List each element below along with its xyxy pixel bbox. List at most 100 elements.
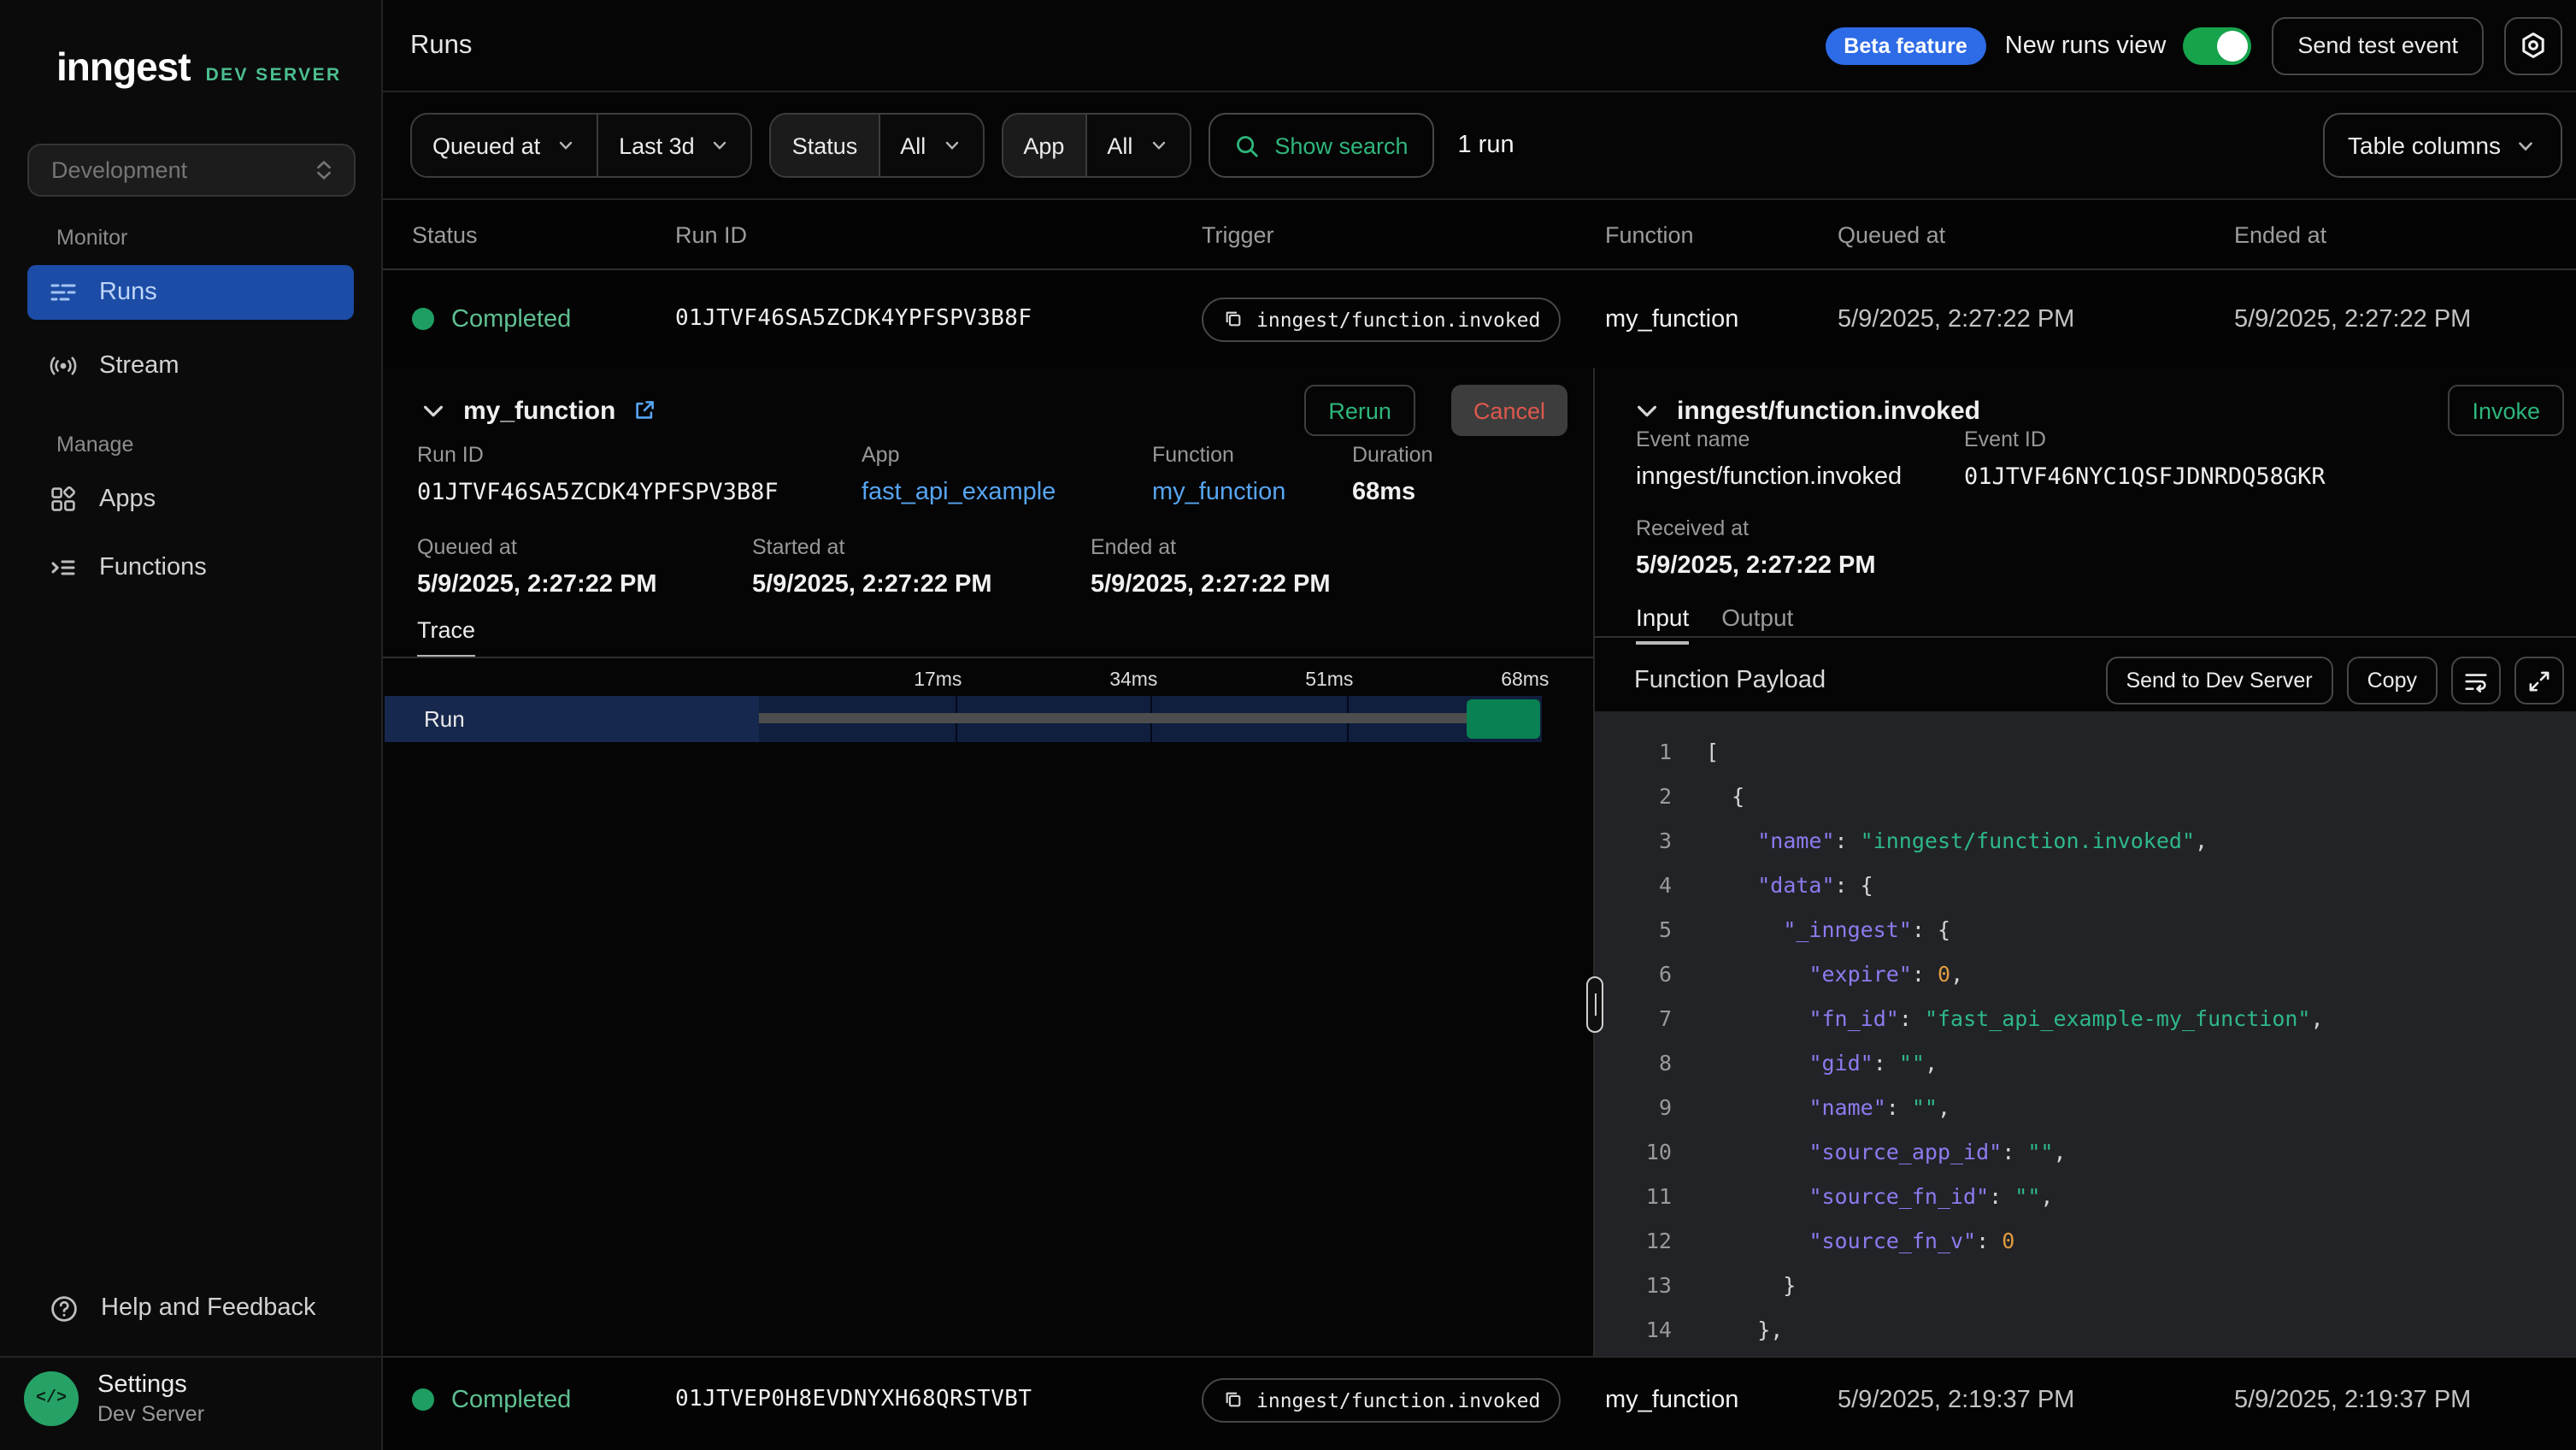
sidebar-item-runs[interactable]: Runs [27,265,354,320]
line-number: 10 [1595,1130,1672,1175]
column-header-trigger[interactable]: Trigger [1202,221,1605,247]
code-text: "source_fn_id": "", [1706,1175,2053,1219]
table-row[interactable]: Completed 01JTVF46SA5ZCDK4YPFSPV3B8F inn… [383,270,2576,368]
beta-feature-badge: Beta feature [1825,27,1986,64]
line-number: 5 [1595,908,1672,952]
app-filter[interactable]: App All [1001,113,1191,178]
environment-select-value: Development [51,157,187,183]
field-event-name: Event name inngest/function.invoked [1636,427,1902,491]
column-header-queued-at[interactable]: Queued at [1838,221,2234,247]
copy-button[interactable]: Copy [2347,657,2438,704]
filter-bar: Queued at Last 3d Status All [383,92,2576,200]
toggle-knob [2217,30,2248,61]
line-number: 8 [1595,1041,1672,1086]
payload-code-viewer: 1[2 {3 "name": "inngest/function.invoked… [1595,711,2576,1356]
column-header-run-id[interactable]: Run ID [675,221,1202,247]
sidebar-item-stream[interactable]: Stream [27,339,354,393]
logo: inngest DEV SERVER [56,44,342,91]
event-title: inngest/function.invoked [1677,396,1980,425]
time-filter[interactable]: Queued at Last 3d [410,113,753,178]
expand-icon [2526,668,2552,693]
tab-input[interactable]: Input [1636,604,1689,645]
collapse-chevron-icon[interactable] [421,398,446,423]
code-line-9: 9 "name": "", [1595,1086,2576,1130]
code-line-4: 4 "data": { [1595,864,2576,908]
top-bar: Runs Beta feature New runs view Send tes… [383,0,2576,92]
code-text: "expire": 0, [1706,952,1963,997]
ended-at-cell: 5/9/2025, 2:27:22 PM [2234,305,2576,333]
panel-resize-handle[interactable] [1586,976,1603,1033]
rerun-button[interactable]: Rerun [1304,385,1415,436]
page-title: Runs [410,30,472,61]
word-wrap-button[interactable] [2451,657,2501,704]
apps-icon [50,486,77,513]
table-columns-button[interactable]: Table columns [2322,113,2562,178]
trigger-event-pill[interactable]: inngest/function.invoked [1202,297,1561,341]
settings-title: Settings [97,1371,204,1399]
run-detail-header: my_function Rerun Cancel [421,385,1567,436]
app-filter-value[interactable]: All [1085,115,1189,176]
line-number: 2 [1595,775,1672,819]
table-row[interactable]: Completed 01JTVEP0H8EVDNYXH68QRSTVBT inn… [383,1356,2576,1441]
show-search-label: Show search [1274,133,1408,158]
sidebar-item-functions[interactable]: Functions [27,540,354,595]
code-text: "name": "", [1706,1086,1950,1130]
time-range-select[interactable]: Last 3d [597,115,751,176]
function-link[interactable]: my_function [1152,479,1285,506]
code-line-3: 3 "name": "inngest/function.invoked", [1595,819,2576,864]
sidebar-item-apps[interactable]: Apps [27,472,354,527]
send-to-dev-server-button[interactable]: Send to Dev Server [2105,657,2332,704]
cancel-button[interactable]: Cancel [1451,385,1567,436]
environment-select[interactable]: Development [27,144,356,197]
tab-output[interactable]: Output [1721,604,1793,645]
queued-at-cell: 5/9/2025, 2:27:22 PM [1838,305,2234,333]
dev-server-badge: DEV SERVER [206,65,342,85]
line-number: 3 [1595,819,1672,864]
code-text: }, [1706,1308,1783,1353]
run-id-cell: 01JTVF46SA5ZCDK4YPFSPV3B8F [675,306,1202,332]
column-header-ended-at[interactable]: Ended at [2234,221,2576,247]
line-number: 14 [1595,1308,1672,1353]
status-filter-value[interactable]: All [878,115,982,176]
sidebar-item-help[interactable]: Help and Feedback [27,1281,354,1335]
app-window: inngest DEV SERVER Development Monitor R [0,0,2576,1450]
hex-nut-icon [2518,30,2549,61]
collapse-chevron-icon[interactable] [1634,398,1660,423]
column-header-function[interactable]: Function [1605,221,1838,247]
show-search-button[interactable]: Show search [1208,113,1433,178]
line-number: 12 [1595,1219,1672,1264]
payload-header: Function Payload Send to Dev Server Copy [1634,650,2564,711]
invoke-button[interactable]: Invoke [2448,385,2564,436]
copy-stack-icon [1222,1388,1244,1411]
sidebar-item-settings[interactable]: </> Settings Dev Server [24,1371,204,1426]
new-runs-view-label: New runs view [2005,32,2167,59]
tab-trace[interactable]: Trace [417,617,475,658]
new-runs-view-toggle[interactable] [2183,27,2251,64]
status-label: Completed [451,1386,571,1413]
status-dot-completed [412,1388,434,1411]
code-line-14: 14 }, [1595,1308,2576,1353]
column-header-status[interactable]: Status [412,221,675,247]
event-tabs-divider [1595,636,2576,638]
trace-run-row[interactable]: Run [385,696,1542,742]
status-cell: Completed [412,305,675,333]
functions-icon [50,554,77,581]
code-line-1: 1[ [1595,730,2576,775]
logo-wordmark: inngest [56,44,191,91]
status-filter[interactable]: Status All [770,113,985,178]
tick-label: 34ms [1109,670,1157,691]
word-wrap-icon [2463,668,2489,693]
trigger-event-pill[interactable]: inngest/function.invoked [1202,1377,1561,1422]
expand-button[interactable] [2514,657,2564,704]
line-number: 9 [1595,1086,1672,1130]
chevron-down-icon [2514,134,2537,156]
app-link[interactable]: fast_api_example [862,479,1056,506]
field-ended-at: Ended at 5/9/2025, 2:27:22 PM [1091,535,1331,598]
trace-run-label: Run [385,696,759,742]
code-line-10: 10 "source_app_id": "", [1595,1130,2576,1175]
dev-server-settings-button[interactable] [2504,16,2562,74]
time-field-select[interactable]: Queued at [412,115,597,176]
external-link-icon[interactable] [632,398,656,422]
send-test-event-button[interactable]: Send test event [2272,16,2484,74]
field-event-id: Event ID 01JTVF46NYC1QSFJDNRDQ58GKR [1964,427,2326,491]
